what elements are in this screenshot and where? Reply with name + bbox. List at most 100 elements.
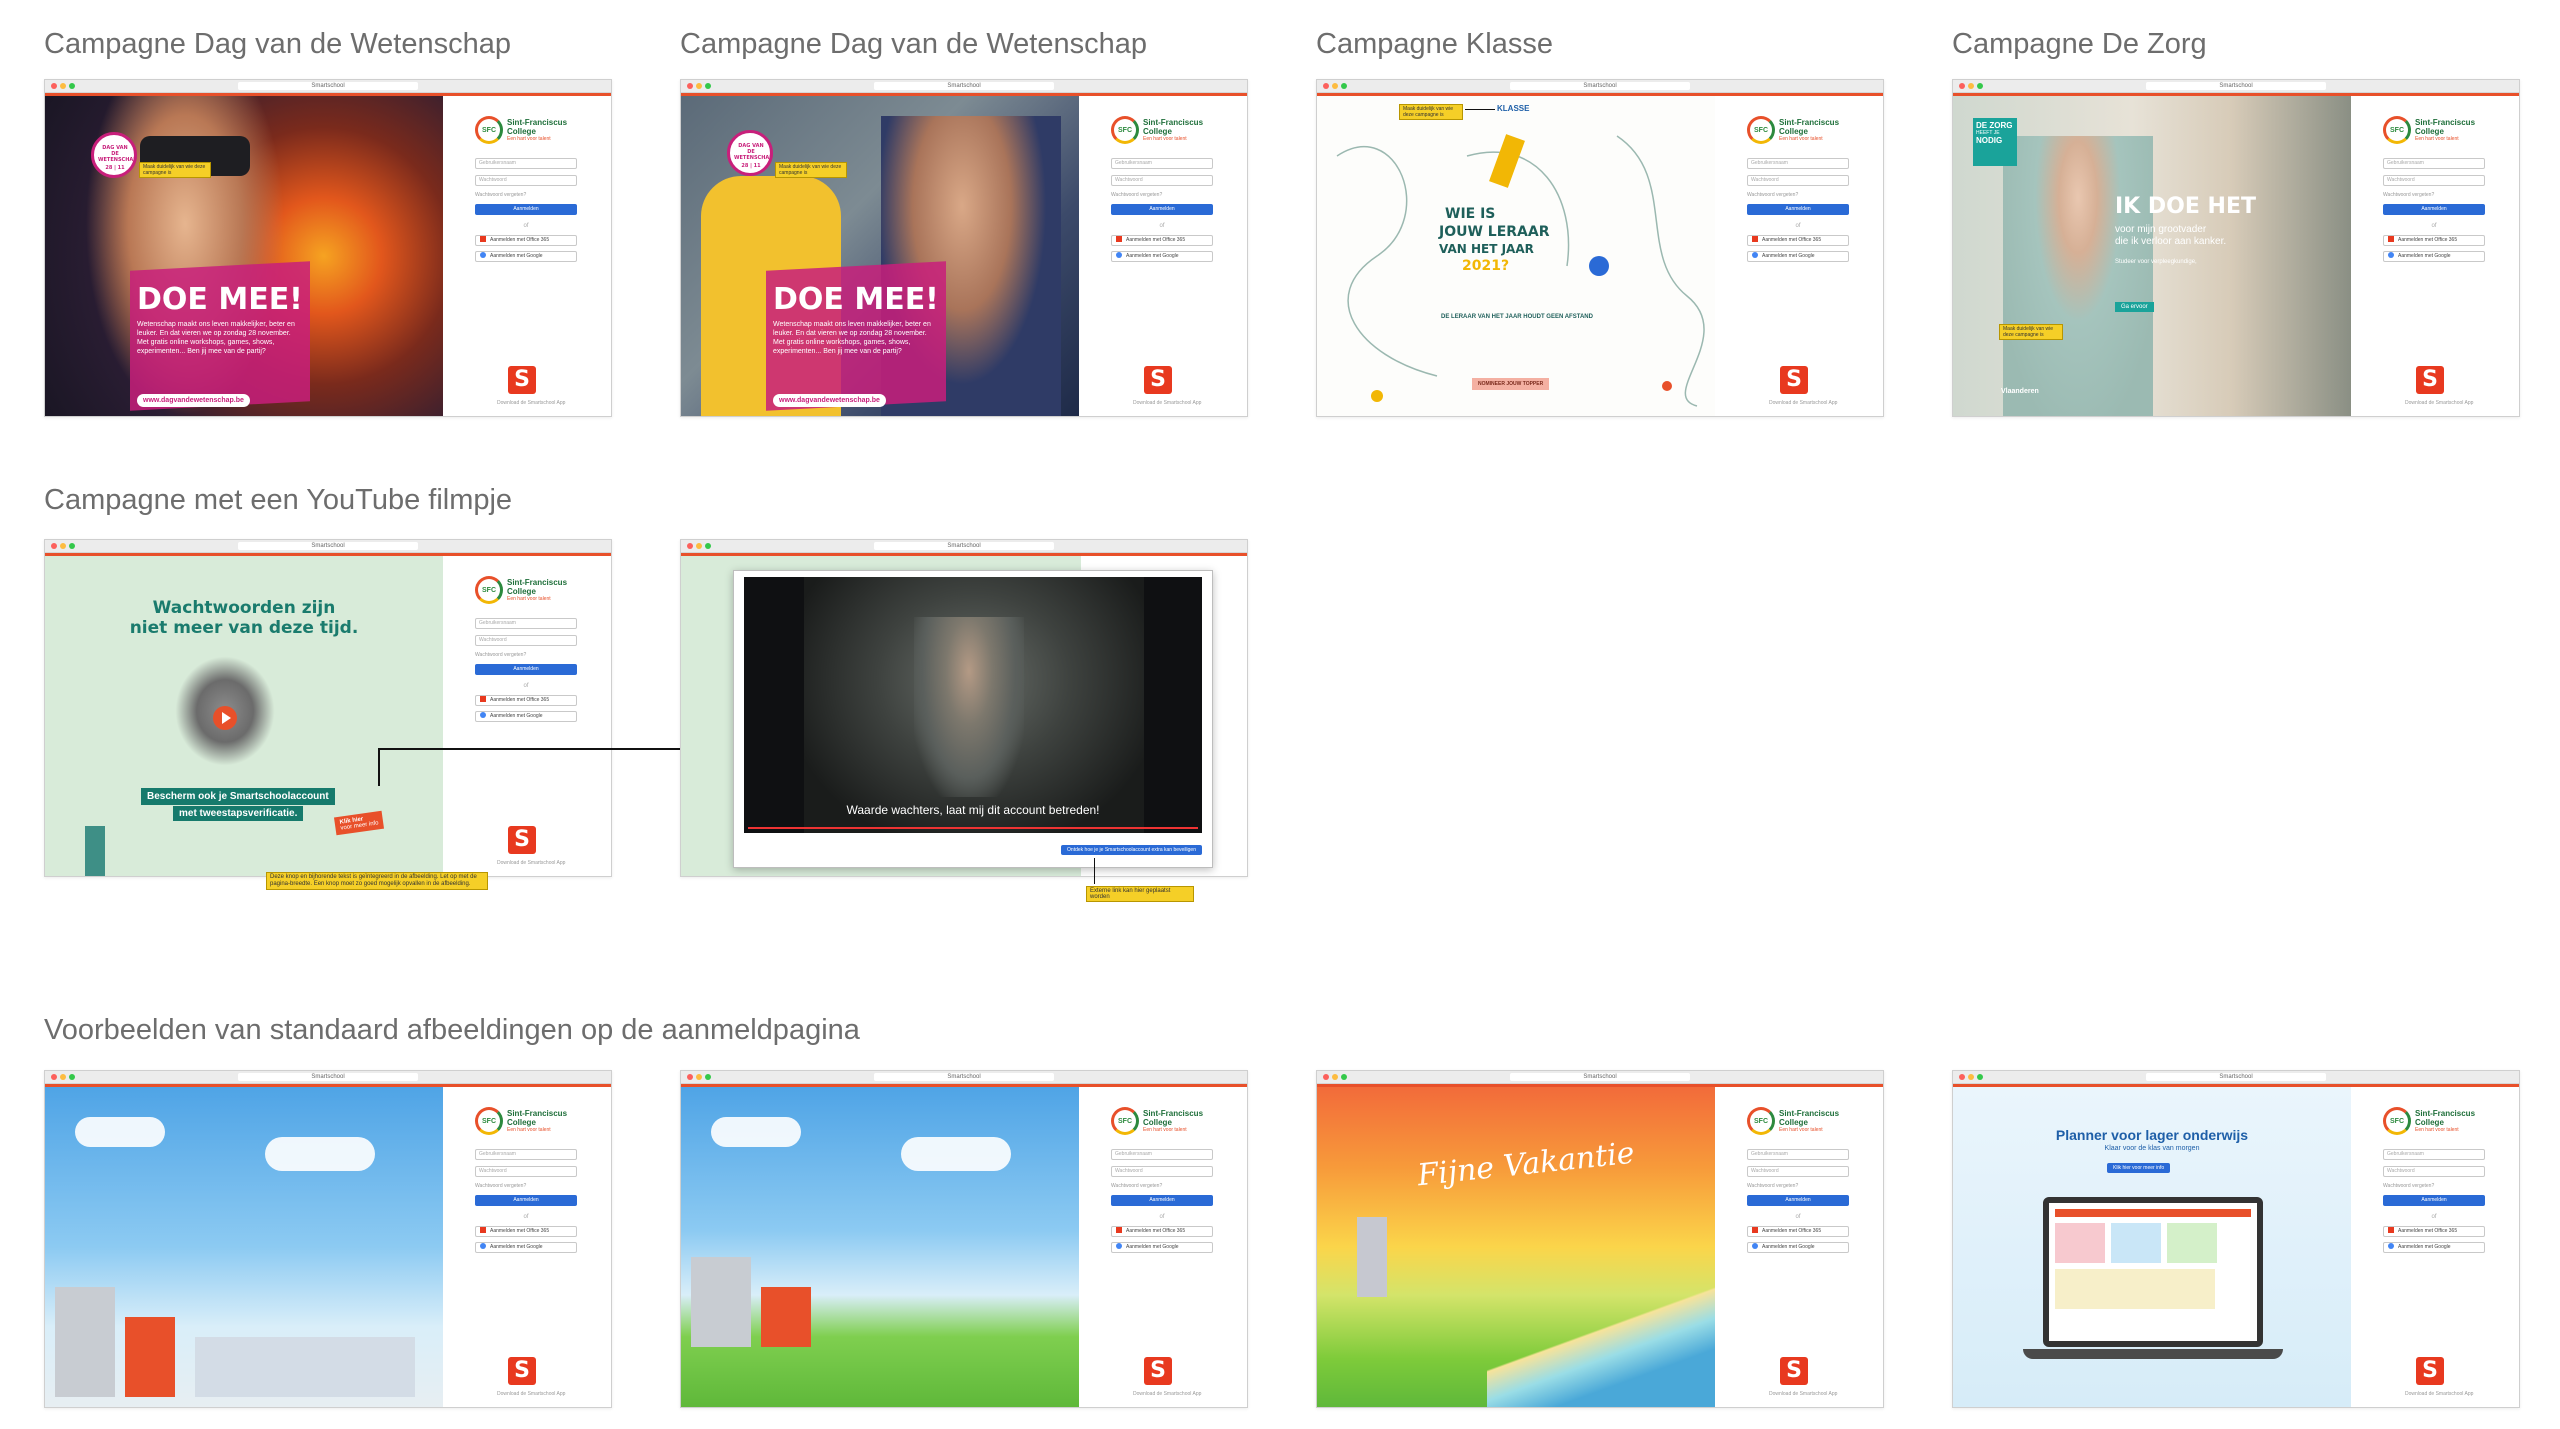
office-login-button[interactable]: Aanmelden met Office 365 bbox=[475, 695, 577, 706]
forgot-password-link[interactable]: Wachtwoord vergeten? bbox=[475, 192, 599, 198]
browser-title: Smartschool bbox=[238, 1073, 418, 1081]
klasse-nominate-button[interactable]: NOMINEER JOUW TOPPER bbox=[1472, 378, 1550, 390]
campaign-url[interactable]: www.dagvandewetenschap.be bbox=[773, 394, 886, 407]
google-login-button[interactable]: Aanmelden met Google bbox=[1747, 1242, 1849, 1253]
screenshot-wetenschap-family: Smartschool DAG VAN DE WETENSCHAP 28 | 1… bbox=[680, 79, 1248, 417]
yt-click-tag[interactable]: Klik hier voor meer info bbox=[333, 810, 385, 836]
username-input[interactable]: Gebruikersnaam bbox=[1111, 158, 1213, 169]
login-button[interactable]: Aanmelden bbox=[1747, 204, 1849, 215]
username-input[interactable]: Gebruikersnaam bbox=[1747, 1149, 1849, 1160]
office-login-button[interactable]: Aanmelden met Office 365 bbox=[2383, 1226, 2485, 1237]
google-login-button[interactable]: Aanmelden met Google bbox=[475, 1242, 577, 1253]
forgot-password-link[interactable]: Wachtwoord vergeten? bbox=[1111, 192, 1235, 198]
screenshot-standard-vakantie: Smartschool Fijne Vakantie SFC Sint-Franc… bbox=[1316, 1070, 1884, 1408]
app-download-link[interactable]: Download de Smartschool App bbox=[2405, 1391, 2473, 1397]
app-download-link[interactable]: Download de Smartschool App bbox=[1769, 400, 1837, 406]
forgot-password-link[interactable]: Wachtwoord vergeten? bbox=[1111, 1183, 1235, 1189]
minimize-dot-icon bbox=[696, 1074, 702, 1080]
office-login-button[interactable]: Aanmelden met Office 365 bbox=[475, 235, 577, 246]
google-login-button[interactable]: Aanmelden met Google bbox=[2383, 1242, 2485, 1253]
office-login-button[interactable]: Aanmelden met Office 365 bbox=[1747, 1226, 1849, 1237]
google-login-button[interactable]: Aanmelden met Google bbox=[475, 251, 577, 262]
password-input[interactable]: Wachtwoord bbox=[1111, 175, 1213, 186]
zorg-sub-3: Studeer voor verpleegkundige, bbox=[2115, 259, 2197, 265]
standard-image bbox=[45, 1087, 443, 1407]
office-login-label: Aanmelden met Office 365 bbox=[1126, 237, 1186, 243]
login-button[interactable]: Aanmelden bbox=[475, 664, 577, 675]
forgot-password-link[interactable]: Wachtwoord vergeten? bbox=[475, 652, 599, 658]
school-logo-icon: SFC bbox=[1111, 116, 1139, 144]
forgot-password-link[interactable]: Wachtwoord vergeten? bbox=[2383, 1183, 2507, 1189]
google-icon bbox=[1752, 252, 1758, 258]
google-login-button[interactable]: Aanmelden met Google bbox=[1747, 251, 1849, 262]
login-button[interactable]: Aanmelden bbox=[2383, 204, 2485, 215]
password-input[interactable]: Wachtwoord bbox=[475, 1166, 577, 1177]
or-divider: of bbox=[523, 223, 529, 229]
campaign-image: Maak duidelijk van wie deze campagne is … bbox=[45, 96, 443, 416]
app-download-link[interactable]: Download de Smartschool App bbox=[497, 400, 565, 406]
cloud-shape bbox=[75, 1117, 165, 1147]
username-input[interactable]: Gebruikersnaam bbox=[2383, 158, 2485, 169]
office-login-button[interactable]: Aanmelden met Office 365 bbox=[2383, 235, 2485, 246]
password-input[interactable]: Wachtwoord bbox=[2383, 1166, 2485, 1177]
password-input[interactable]: Wachtwoord bbox=[1747, 175, 1849, 186]
password-input[interactable]: Wachtwoord bbox=[475, 635, 577, 646]
app-download-link[interactable]: Download de Smartschool App bbox=[497, 860, 565, 866]
login-button[interactable]: Aanmelden bbox=[1111, 1195, 1213, 1206]
username-input[interactable]: Gebruikersnaam bbox=[475, 158, 577, 169]
cloud-shape bbox=[901, 1137, 1011, 1171]
forgot-password-link[interactable]: Wachtwoord vergeten? bbox=[2383, 192, 2507, 198]
beach-shape bbox=[1487, 1287, 1715, 1407]
video-cta-button[interactable]: Ontdek hoe je je Smartschoolaccount extr… bbox=[1061, 845, 1202, 855]
play-icon[interactable] bbox=[213, 706, 237, 730]
school-logo-icon: SFC bbox=[2383, 1107, 2411, 1135]
office-login-button[interactable]: Aanmelden met Office 365 bbox=[1747, 235, 1849, 246]
office-icon bbox=[480, 696, 486, 702]
login-button[interactable]: Aanmelden bbox=[1111, 204, 1213, 215]
password-input[interactable]: Wachtwoord bbox=[1747, 1166, 1849, 1177]
username-input[interactable]: Gebruikersnaam bbox=[475, 1149, 577, 1160]
google-icon bbox=[2388, 252, 2394, 258]
google-login-button[interactable]: Aanmelden met Google bbox=[1111, 1242, 1213, 1253]
school-name-2: College bbox=[1143, 127, 1172, 136]
zorg-go-button[interactable]: Ga ervoor bbox=[2115, 302, 2154, 312]
video-link-note: Externe link kan hier geplaatst worden bbox=[1086, 886, 1194, 902]
password-input[interactable]: Wachtwoord bbox=[2383, 175, 2485, 186]
username-input[interactable]: Gebruikersnaam bbox=[1747, 158, 1849, 169]
password-input[interactable]: Wachtwoord bbox=[475, 175, 577, 186]
login-button[interactable]: Aanmelden bbox=[1747, 1195, 1849, 1206]
or-divider: of bbox=[1159, 223, 1165, 229]
forgot-password-link[interactable]: Wachtwoord vergeten? bbox=[1747, 1183, 1871, 1189]
google-login-button[interactable]: Aanmelden met Google bbox=[2383, 251, 2485, 262]
google-login-label: Aanmelden met Google bbox=[2398, 1244, 2451, 1250]
app-download-link[interactable]: Download de Smartschool App bbox=[1133, 400, 1201, 406]
forgot-password-link[interactable]: Wachtwoord vergeten? bbox=[1747, 192, 1871, 198]
campaign-url[interactable]: www.dagvandewetenschap.be bbox=[137, 394, 250, 407]
video-player[interactable]: Waarde wachters, laat mij dit account be… bbox=[744, 577, 1202, 833]
planner-info-button[interactable]: Klik hier voor meer info bbox=[2107, 1163, 2171, 1173]
app-download-link[interactable]: Download de Smartschool App bbox=[2405, 400, 2473, 406]
school-logo: SFC Sint-Franciscus College Een hart voor t… bbox=[1111, 116, 1235, 144]
app-download-link[interactable]: Download de Smartschool App bbox=[497, 1391, 565, 1397]
login-button[interactable]: Aanmelden bbox=[475, 204, 577, 215]
forgot-password-link[interactable]: Wachtwoord vergeten? bbox=[475, 1183, 599, 1189]
app-download-link[interactable]: Download de Smartschool App bbox=[1769, 1391, 1837, 1397]
username-input[interactable]: Gebruikersnaam bbox=[1111, 1149, 1213, 1160]
minimize-dot-icon bbox=[1968, 83, 1974, 89]
office-login-button[interactable]: Aanmelden met Office 365 bbox=[475, 1226, 577, 1237]
app-download-link[interactable]: Download de Smartschool App bbox=[1133, 1391, 1201, 1397]
browser-chrome: Smartschool bbox=[681, 540, 1247, 553]
username-input[interactable]: Gebruikersnaam bbox=[2383, 1149, 2485, 1160]
google-login-button[interactable]: Aanmelden met Google bbox=[475, 711, 577, 722]
google-login-button[interactable]: Aanmelden met Google bbox=[1111, 251, 1213, 262]
google-login-label: Aanmelden met Google bbox=[490, 713, 543, 719]
password-input[interactable]: Wachtwoord bbox=[1111, 1166, 1213, 1177]
campaign-note: Maak duidelijk van wie deze campagne is bbox=[1399, 104, 1463, 120]
school-name-1: Sint-Franciscus bbox=[2415, 1109, 2476, 1118]
login-button[interactable]: Aanmelden bbox=[2383, 1195, 2485, 1206]
video-progress[interactable] bbox=[748, 827, 1198, 829]
office-login-button[interactable]: Aanmelden met Office 365 bbox=[1111, 1226, 1213, 1237]
office-login-button[interactable]: Aanmelden met Office 365 bbox=[1111, 235, 1213, 246]
login-button[interactable]: Aanmelden bbox=[475, 1195, 577, 1206]
username-input[interactable]: Gebruikersnaam bbox=[475, 618, 577, 629]
